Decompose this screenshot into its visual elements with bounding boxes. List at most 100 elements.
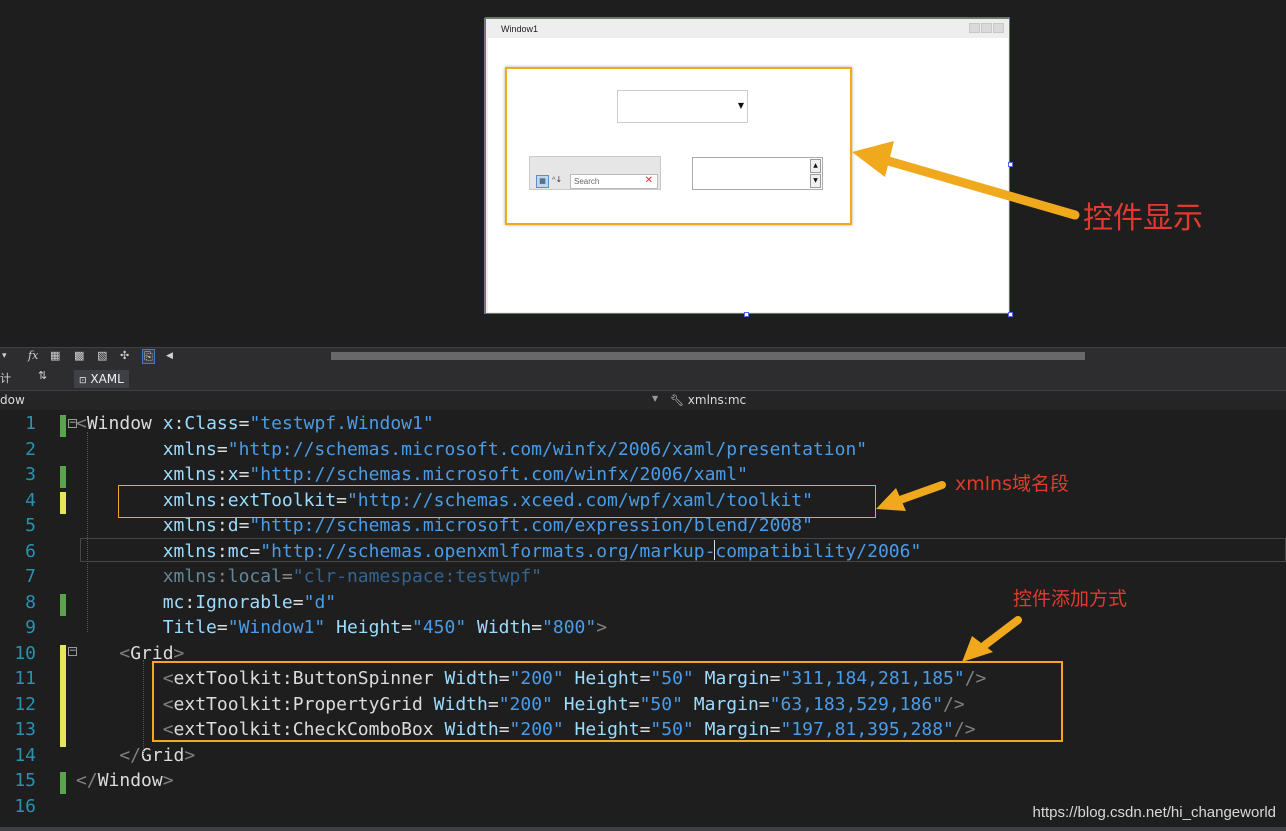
code-token: x (227, 464, 239, 485)
design-window-titlebar: Window1 (485, 19, 1009, 38)
formula-fx-icon[interactable]: fx (28, 349, 38, 362)
code-line[interactable]: xmlns="http://schemas.microsoft.com/winf… (76, 439, 867, 460)
code-line[interactable]: </Window> (76, 770, 174, 791)
line-number: 11 (14, 668, 36, 689)
indent-guide (143, 660, 144, 756)
xaml-designer-surface[interactable]: Window1 ▼ ▦ ᴬ↓ Search ✕ ▲ ▼ 控件显示 (0, 0, 1286, 347)
code-token: : (216, 540, 228, 562)
snap-lines-icon[interactable]: ✣ (120, 349, 129, 362)
collapse-icon[interactable]: − (68, 419, 77, 428)
line-number: 2 (25, 438, 36, 460)
code-token: = (401, 617, 412, 638)
code-token: mc (76, 591, 185, 613)
view-tabstrip: 计 ⇅ ⊡ XAML (0, 366, 1286, 390)
navigation-bar: dow ▼ 🔧︎ xmlns:mc (0, 390, 1286, 411)
design-window-title: Window1 (501, 24, 539, 34)
code-token: x (151, 413, 174, 434)
code-token: : (216, 464, 228, 485)
code-token: xmlns (76, 540, 217, 562)
change-marker (60, 593, 66, 616)
xaml-tab-label: XAML (90, 372, 124, 386)
change-marker (60, 644, 66, 747)
code-token: "testwpf.Window1" (249, 413, 434, 434)
code-line[interactable]: xmlns:d="http://schemas.microsoft.com/ex… (76, 515, 813, 536)
code-token: Window (97, 770, 163, 791)
xaml-tab-icon: ⊡ (79, 376, 87, 386)
resize-handle-corner[interactable] (1008, 312, 1013, 317)
line-number: 4 (25, 489, 36, 511)
code-token: "clr-namespace:testwpf" (292, 566, 543, 587)
artboard-icon[interactable]: ▧ (97, 349, 107, 362)
element-navigator-dropdown[interactable]: dow (0, 393, 662, 407)
code-line[interactable]: xmlns:mc="http://schemas.openxmlformats.… (76, 540, 922, 562)
scroll-left-icon[interactable]: ◀ (166, 351, 173, 361)
resize-handle-right[interactable] (1008, 162, 1013, 167)
code-line[interactable]: mc:Ignorable="d" (76, 592, 336, 613)
resize-handle-bottom[interactable] (744, 312, 749, 317)
code-token: Grid (141, 744, 185, 766)
add-controls-annotation: 控件添加方式 (1013, 588, 1128, 610)
line-number: 14 (14, 744, 36, 766)
code-token: "800" (542, 617, 597, 638)
code-token: d (227, 515, 239, 536)
line-number: 8 (25, 591, 36, 613)
indent-guide (87, 432, 88, 632)
line-number: 13 (14, 719, 36, 740)
wrench-icon: 🔧︎ (670, 394, 684, 407)
code-line[interactable]: xmlns:local="clr-namespace:testwpf" (76, 566, 542, 587)
code-token: = (292, 591, 304, 613)
code-token: "http://schemas.microsoft.com/expression… (249, 515, 813, 536)
code-token: "http://schemas.microsoft.com/winfx/2006… (249, 464, 748, 485)
code-line[interactable]: </Grid> (76, 745, 195, 766)
code-token: Class (184, 413, 239, 434)
code-token: "http://schemas.microsoft.com/winfx/2006… (227, 438, 868, 460)
collapse-icon[interactable]: − (68, 647, 77, 656)
code-token: > (596, 617, 608, 638)
line-number: 10 (14, 642, 36, 664)
code-token: xmlns (76, 515, 217, 536)
code-token: < (76, 413, 87, 434)
code-line[interactable]: xmlns:x="http://schemas.microsoft.com/wi… (76, 464, 748, 485)
code-token: > (162, 770, 174, 791)
code-token: < (76, 642, 131, 664)
member-navigator-dropdown[interactable]: 🔧︎ xmlns:mc (670, 393, 746, 407)
member-navigator-label: xmlns:mc (687, 393, 747, 407)
code-token: : (216, 515, 228, 536)
code-token: "http://schemas.openxmlformats.org/marku… (260, 540, 922, 562)
change-marker (60, 491, 66, 514)
code-token: "Window1" (227, 617, 326, 638)
change-marker (60, 466, 66, 488)
chevron-down-icon[interactable]: ▼ (652, 394, 658, 403)
code-line[interactable]: Title="Window1" Height="450" Width="800"… (76, 617, 607, 638)
code-token: Title (76, 617, 217, 638)
code-token: xmlns (76, 566, 217, 587)
code-token: = (238, 464, 250, 485)
swap-panes-icon[interactable]: ⇅ (38, 369, 47, 382)
designer-toolbar: ▾ fx ▦ ▩ ▧ ✣ ⎘ ◀ (0, 347, 1286, 366)
code-token: "d" (303, 591, 337, 613)
xmlns-highlight-box (118, 485, 876, 518)
change-marker (60, 415, 66, 437)
change-marker (60, 772, 66, 794)
code-token: > (184, 744, 196, 766)
watermark: https://blog.csdn.net/hi_changeworld (1032, 804, 1277, 821)
code-token: mc (227, 540, 250, 562)
code-token: </ (76, 744, 142, 766)
snap-grid-icon[interactable]: ▩ (74, 349, 84, 362)
line-number: 16 (14, 795, 36, 817)
line-number: 12 (14, 693, 36, 715)
controls-display-annotation: 控件显示 (1083, 201, 1203, 236)
xaml-code-editor[interactable]: 1 2 3 4 5 6 7 8 9 10 11 12 13 14 15 16 <Window x:Class="… (0, 410, 1286, 831)
code-line[interactable]: <Window x:Class="testwpf.Window1" (76, 413, 434, 434)
code-behind-icon[interactable]: ⎘ (142, 349, 155, 364)
horizontal-scrollbar[interactable] (331, 352, 1085, 360)
code-token: = (238, 515, 250, 536)
xmlns-annotation: xmlns域名段 (955, 473, 1069, 495)
grid-icon[interactable]: ▦ (50, 349, 60, 362)
design-tab-fragment[interactable]: 计 (0, 370, 11, 386)
line-number: 15 (14, 770, 36, 791)
line-number: 1 (25, 413, 36, 434)
tab-xaml[interactable]: ⊡ XAML (74, 370, 129, 388)
close-icon (993, 23, 1004, 33)
toolbar-dropdown-icon[interactable]: ▾ (2, 351, 7, 361)
